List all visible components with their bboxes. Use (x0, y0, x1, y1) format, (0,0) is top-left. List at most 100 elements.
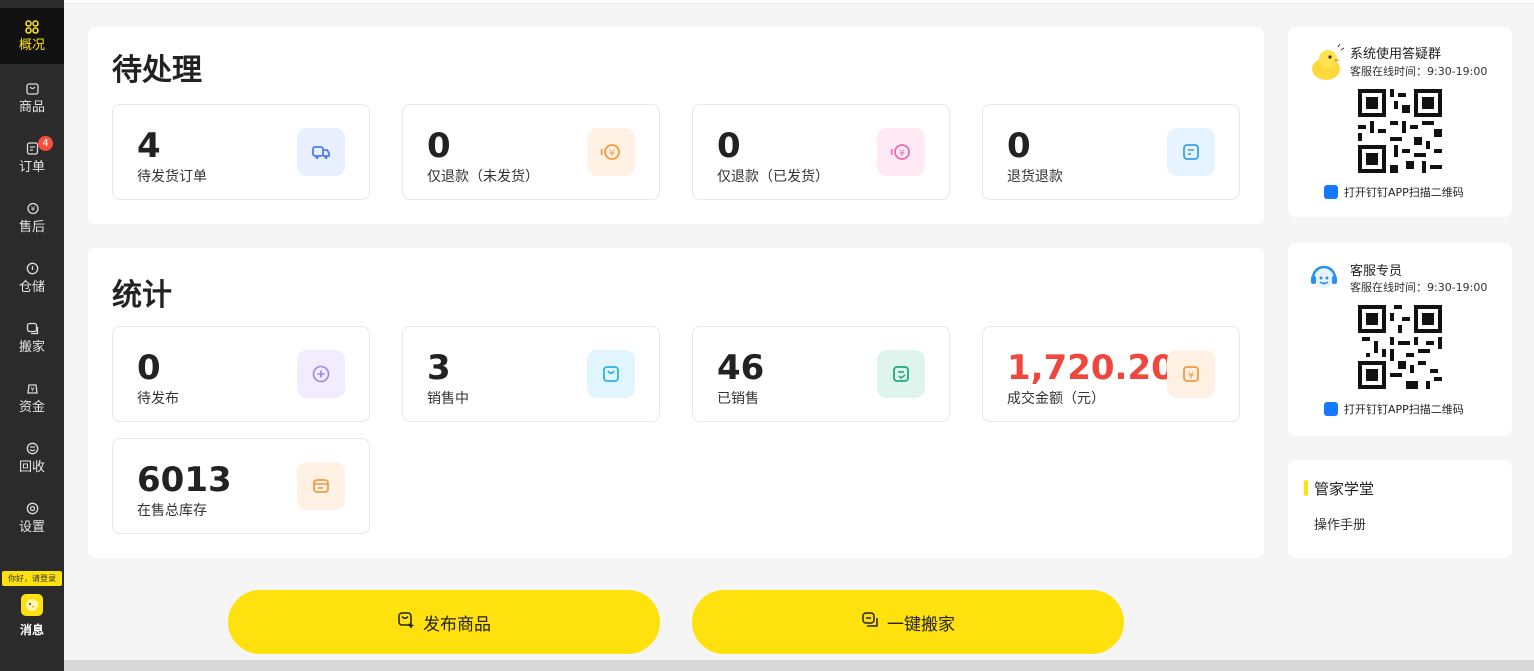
sidebar-item-label: 回收 (18, 459, 45, 475)
one-click-move-label: 一键搬家 (887, 614, 955, 635)
sidebar-item-funds[interactable]: ¥ 资金 (0, 370, 64, 426)
stat-label: 在售总库存 (137, 503, 207, 519)
settings-icon (24, 501, 40, 517)
qr-code-icon (1358, 89, 1442, 173)
stat-label: 销售中 (427, 391, 469, 407)
horizontal-scrollbar[interactable] (64, 660, 1534, 671)
bag-icon (587, 350, 635, 398)
stat-card-turnover[interactable]: 1,720.20 成交金额（元） ¥ (982, 326, 1240, 422)
sidebar-item-overview[interactable]: 概况 (0, 8, 64, 64)
login-prompt[interactable]: 你好，请登录 (2, 571, 62, 586)
stat-value: 0 (137, 348, 161, 388)
refund-icon: ¥ (24, 201, 40, 217)
sidebar-item-label: 搬家 (18, 339, 45, 355)
headset-agent-icon (1308, 261, 1340, 297)
stat-value: 0 (717, 126, 741, 166)
stat-card-refund-shipped[interactable]: 0 仅退款（已发货） ¥ (692, 104, 950, 200)
money-icon: ¥ (24, 381, 40, 397)
stat-value: 3 (427, 348, 451, 388)
svg-text:¥: ¥ (609, 149, 615, 159)
stat-card-sold[interactable]: 46 已销售 (692, 326, 950, 422)
stat-value: 6013 (137, 460, 232, 500)
order-count-badge: 4 (38, 136, 53, 151)
sidebar: 概况 商品 订单 4 ¥ 售后 仓储 搬家 ¥ 资金 回收 设置 你好，请登录 … (0, 0, 64, 671)
messages-button[interactable]: 消息 (0, 594, 64, 644)
stat-label: 待发货订单 (137, 169, 207, 185)
sidebar-item-label: 订单 (18, 159, 45, 175)
stat-value: 46 (717, 348, 765, 388)
sidebar-item-settings[interactable]: 设置 (0, 490, 64, 546)
svg-text:¥: ¥ (30, 387, 34, 394)
section-marker (1304, 480, 1308, 496)
dashboard-icon (24, 19, 40, 35)
sold-doc-icon (877, 350, 925, 398)
stats-title: 统计 (112, 278, 172, 313)
svg-text:¥: ¥ (30, 205, 35, 213)
stat-value: 0 (1007, 126, 1031, 166)
bag-icon (24, 81, 40, 97)
qr-code-icon (1358, 305, 1442, 389)
stat-card-to-ship[interactable]: 4 待发货订单 (112, 104, 370, 200)
stat-label: 已销售 (717, 391, 759, 407)
sidebar-item-label: 设置 (18, 519, 45, 535)
move-icon (861, 611, 879, 634)
sidebar-item-goods[interactable]: 商品 (0, 70, 64, 126)
sidebar-item-aftersale[interactable]: ¥ 售后 (0, 190, 64, 246)
stat-label: 仅退款（未发货） (427, 169, 539, 185)
chick-mascot-icon (1308, 43, 1345, 87)
support-agent-card: 客服专员 客服在线时间：9:30-19:00 打开钉钉APP扫描二维码 (1288, 243, 1512, 436)
sidebar-item-recycle[interactable]: 回收 (0, 430, 64, 486)
stat-value: 4 (137, 126, 161, 166)
recycle-icon (24, 441, 40, 457)
stat-card-return-refund[interactable]: 0 退货退款 (982, 104, 1240, 200)
support-hours: 客服在线时间：9:30-19:00 (1350, 281, 1488, 294)
dingtalk-scan-link[interactable]: 打开钉钉APP扫描二维码 (1324, 184, 1464, 200)
yuan-icon: ¥ (1167, 350, 1215, 398)
dingtalk-icon (1324, 402, 1338, 416)
svg-text:¥: ¥ (1188, 371, 1194, 382)
stat-card-refund-unshipped[interactable]: 0 仅退款（未发货） ¥ (402, 104, 660, 200)
stat-label: 仅退款（已发货） (717, 169, 829, 185)
academy-title: 管家学堂 (1314, 480, 1375, 498)
stat-value: 0 (427, 126, 451, 166)
sidebar-item-orders[interactable]: 订单 4 (0, 130, 64, 186)
dingtalk-scan-label: 打开钉钉APP扫描二维码 (1344, 403, 1464, 416)
stat-card-on-sale[interactable]: 3 销售中 (402, 326, 660, 422)
one-click-move-button[interactable]: 一键搬家 (692, 590, 1124, 654)
sidebar-item-label: 仓储 (18, 279, 45, 295)
support-hours: 客服在线时间：9:30-19:00 (1350, 65, 1488, 78)
sidebar-item-label: 概况 (18, 37, 45, 53)
sidebar-item-move[interactable]: 搬家 (0, 310, 64, 366)
refund-coin-icon: ¥ (877, 128, 925, 176)
sidebar-item-storage[interactable]: 仓储 (0, 250, 64, 306)
refund-coin-icon: ¥ (587, 128, 635, 176)
stat-card-inventory[interactable]: 6013 在售总库存 (112, 438, 370, 534)
dingtalk-scan-link[interactable]: 打开钉钉APP扫描二维码 (1324, 401, 1464, 417)
stat-label: 成交金额（元） (1007, 391, 1105, 407)
publish-goods-label: 发布商品 (423, 614, 491, 635)
messages-label: 消息 (19, 623, 44, 637)
support-group-card: 系统使用答疑群 客服在线时间：9:30-19:00 打开钉钉APP扫描二维码 (1288, 27, 1512, 217)
chick-avatar-icon (21, 594, 43, 616)
return-doc-icon (1167, 128, 1215, 176)
inventory-icon (297, 462, 345, 510)
stats-panel: 统计 0 待发布 3 销售中 46 已销售 1,720.20 成交金额（元） ¥… (88, 248, 1264, 558)
pending-panel: 待处理 4 待发货订单 0 仅退款（未发货） ¥ 0 仅退款（已发货） ¥ 0 … (88, 27, 1264, 224)
support-group-title: 系统使用答疑群 (1350, 47, 1442, 62)
top-border (64, 0, 1534, 4)
truck-icon (297, 128, 345, 176)
operation-manual-link[interactable]: 操作手册 (1314, 514, 1366, 533)
dingtalk-icon (1324, 185, 1338, 199)
dingtalk-scan-label: 打开钉钉APP扫描二维码 (1344, 186, 1464, 199)
stat-label: 待发布 (137, 391, 179, 407)
warehouse-icon (24, 261, 40, 277)
stat-value: 1,720.20 (1007, 348, 1175, 388)
plus-circle-icon (297, 350, 345, 398)
stat-card-to-publish[interactable]: 0 待发布 (112, 326, 370, 422)
svg-text:¥: ¥ (899, 149, 905, 159)
sidebar-item-label: 售后 (18, 219, 45, 235)
move-icon (24, 321, 40, 337)
publish-goods-button[interactable]: 发布商品 (228, 590, 660, 654)
publish-icon (397, 611, 415, 634)
academy-card: 管家学堂 操作手册 (1288, 460, 1512, 558)
